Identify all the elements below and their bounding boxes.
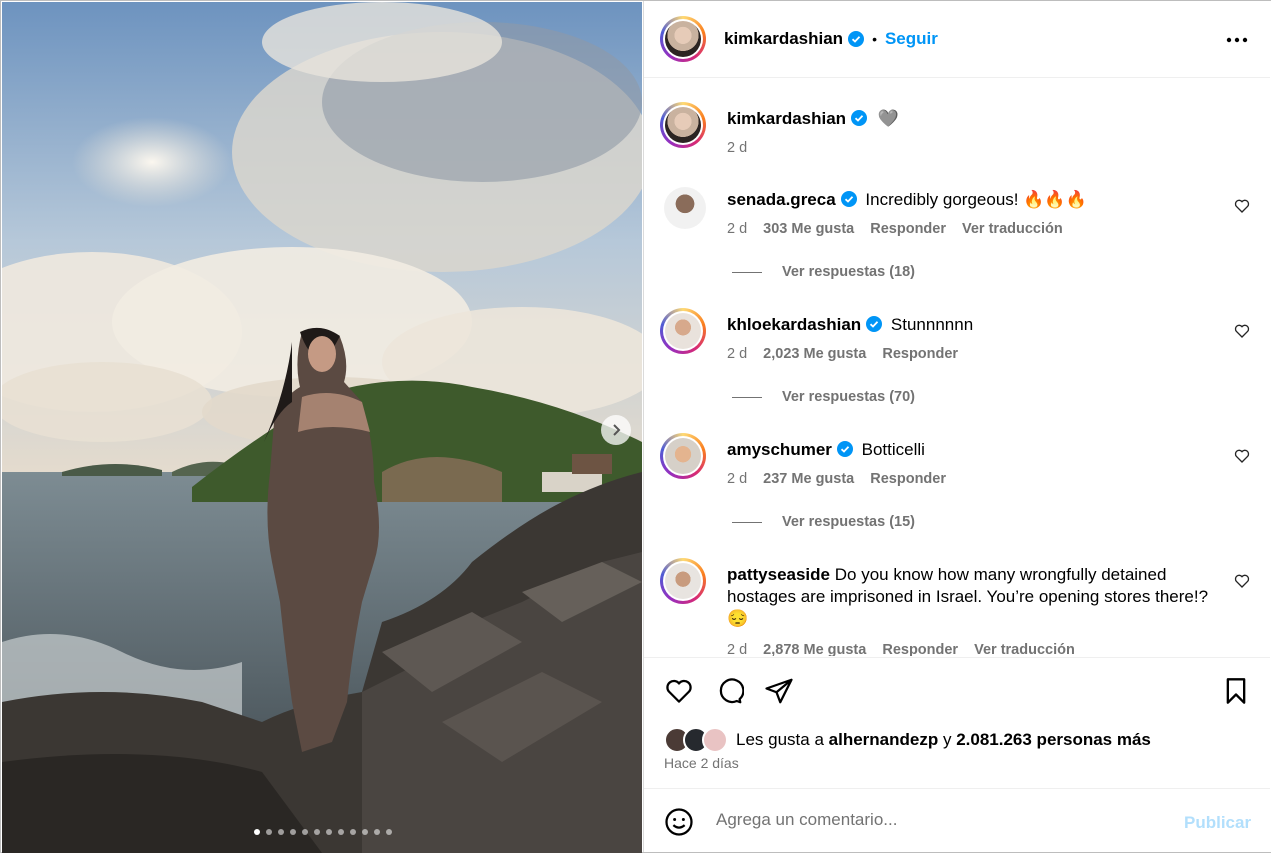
carousel-dot [362,829,368,835]
more-options-button[interactable] [1222,25,1252,55]
post-header: kimkardashian • Seguir [644,1,1270,78]
comment-time: 2 d [727,471,748,487]
post-side-panel: kimkardashian • Seguir kimkardashian 🩶 2… [643,1,1271,852]
carousel-indicator [254,829,392,835]
like-comment-heart-icon[interactable] [1234,573,1250,589]
comment-time: 2 d [727,642,748,656]
comment-bubble-icon[interactable] [714,676,744,706]
share-paper-plane-icon[interactable] [764,676,794,706]
commenter-avatar[interactable] [660,433,706,479]
caption-time: 2 d [727,140,748,156]
comment-username[interactable]: senada.greca [727,190,836,209]
reply-button[interactable]: Responder [882,642,958,656]
view-replies-label: Ver respuestas (18) [782,264,915,280]
reply-button[interactable]: Responder [870,221,946,237]
carousel-dot [266,829,272,835]
post-timestamp: Hace 2 días [664,755,739,771]
comment-time: 2 d [727,346,748,362]
carousel-dot [254,829,260,835]
likes-summary: Les gusta a alhernandezp y 2.081.263 per… [664,727,1151,753]
reply-button[interactable]: Responder [882,346,958,362]
post-photo[interactable] [2,2,642,853]
ellipsis-icon [1226,37,1248,43]
author-username[interactable]: kimkardashian [724,29,843,49]
follow-button[interactable]: Seguir [885,29,938,49]
emoji-picker-icon[interactable] [664,807,694,837]
view-replies-label: Ver respuestas (70) [782,389,915,405]
verified-badge-icon [840,191,857,207]
comment-text: Incredibly gorgeous! 🔥🔥🔥 [865,190,1087,209]
comment-text: Stunnnnnn [890,315,974,334]
carousel-dot [302,829,308,835]
comment-likes[interactable]: 2,878 Me gusta [763,642,866,656]
commenter-avatar[interactable] [664,187,706,229]
separator-dot: • [872,31,877,47]
commenter-avatar[interactable] [660,308,706,354]
comment-username[interactable]: pattyseaside [727,565,830,584]
liker-avatar [702,727,728,753]
comments-list[interactable]: kimkardashian 🩶 2 d senada.greca Incredi… [644,78,1270,656]
verified-badge-icon [848,31,865,47]
reply-button[interactable]: Responder [870,471,946,487]
carousel-dot [326,829,332,835]
carousel-dot [374,829,380,835]
view-replies-button[interactable]: Ver respuestas (18) [732,264,915,280]
view-replies-button[interactable]: Ver respuestas (15) [732,514,915,530]
commenter-avatar[interactable] [660,558,706,604]
translate-button[interactable]: Ver traducción [962,221,1063,237]
carousel-dot [314,829,320,835]
caption-text: 🩶 [877,109,899,128]
likes-conj: y [942,730,952,749]
comment-text: Botticelli [861,440,925,459]
like-comment-heart-icon[interactable] [1234,198,1250,214]
publish-button[interactable]: Publicar [1184,813,1251,833]
view-replies-button[interactable]: Ver respuestas (70) [732,389,915,405]
translate-button[interactable]: Ver traducción [974,642,1075,656]
comment-username[interactable]: amyschumer [727,440,832,459]
author-avatar[interactable] [660,16,706,62]
comment-likes[interactable]: 2,023 Me gusta [763,346,866,362]
carousel-next-button[interactable] [601,415,631,445]
caption-username[interactable]: kimkardashian [727,109,846,128]
comment-username[interactable]: khloekardashian [727,315,861,334]
likes-prefix: Les gusta a [736,730,824,749]
post-image [2,2,642,853]
carousel-dot [290,829,296,835]
comment-composer: Publicar [644,788,1270,853]
caption-avatar[interactable] [660,102,706,148]
like-comment-heart-icon[interactable] [1234,448,1250,464]
carousel-dot [350,829,356,835]
likes-others[interactable]: 2.081.263 personas más [956,730,1151,750]
verified-badge-icon [836,441,853,457]
verified-badge-icon [866,316,883,332]
verified-badge-icon [851,110,868,126]
comment-input[interactable] [714,809,1158,831]
chevron-right-icon [613,424,621,436]
save-bookmark-icon[interactable] [1222,676,1250,706]
like-heart-icon[interactable] [664,676,694,706]
like-comment-heart-icon[interactable] [1234,323,1250,339]
carousel-dot [386,829,392,835]
carousel-dot [338,829,344,835]
view-replies-label: Ver respuestas (15) [782,514,915,530]
carousel-dot [278,829,284,835]
comment-time: 2 d [727,221,748,237]
comment-likes[interactable]: 237 Me gusta [763,471,854,487]
likes-user[interactable]: alhernandezp [829,730,939,750]
comment-likes[interactable]: 303 Me gusta [763,221,854,237]
